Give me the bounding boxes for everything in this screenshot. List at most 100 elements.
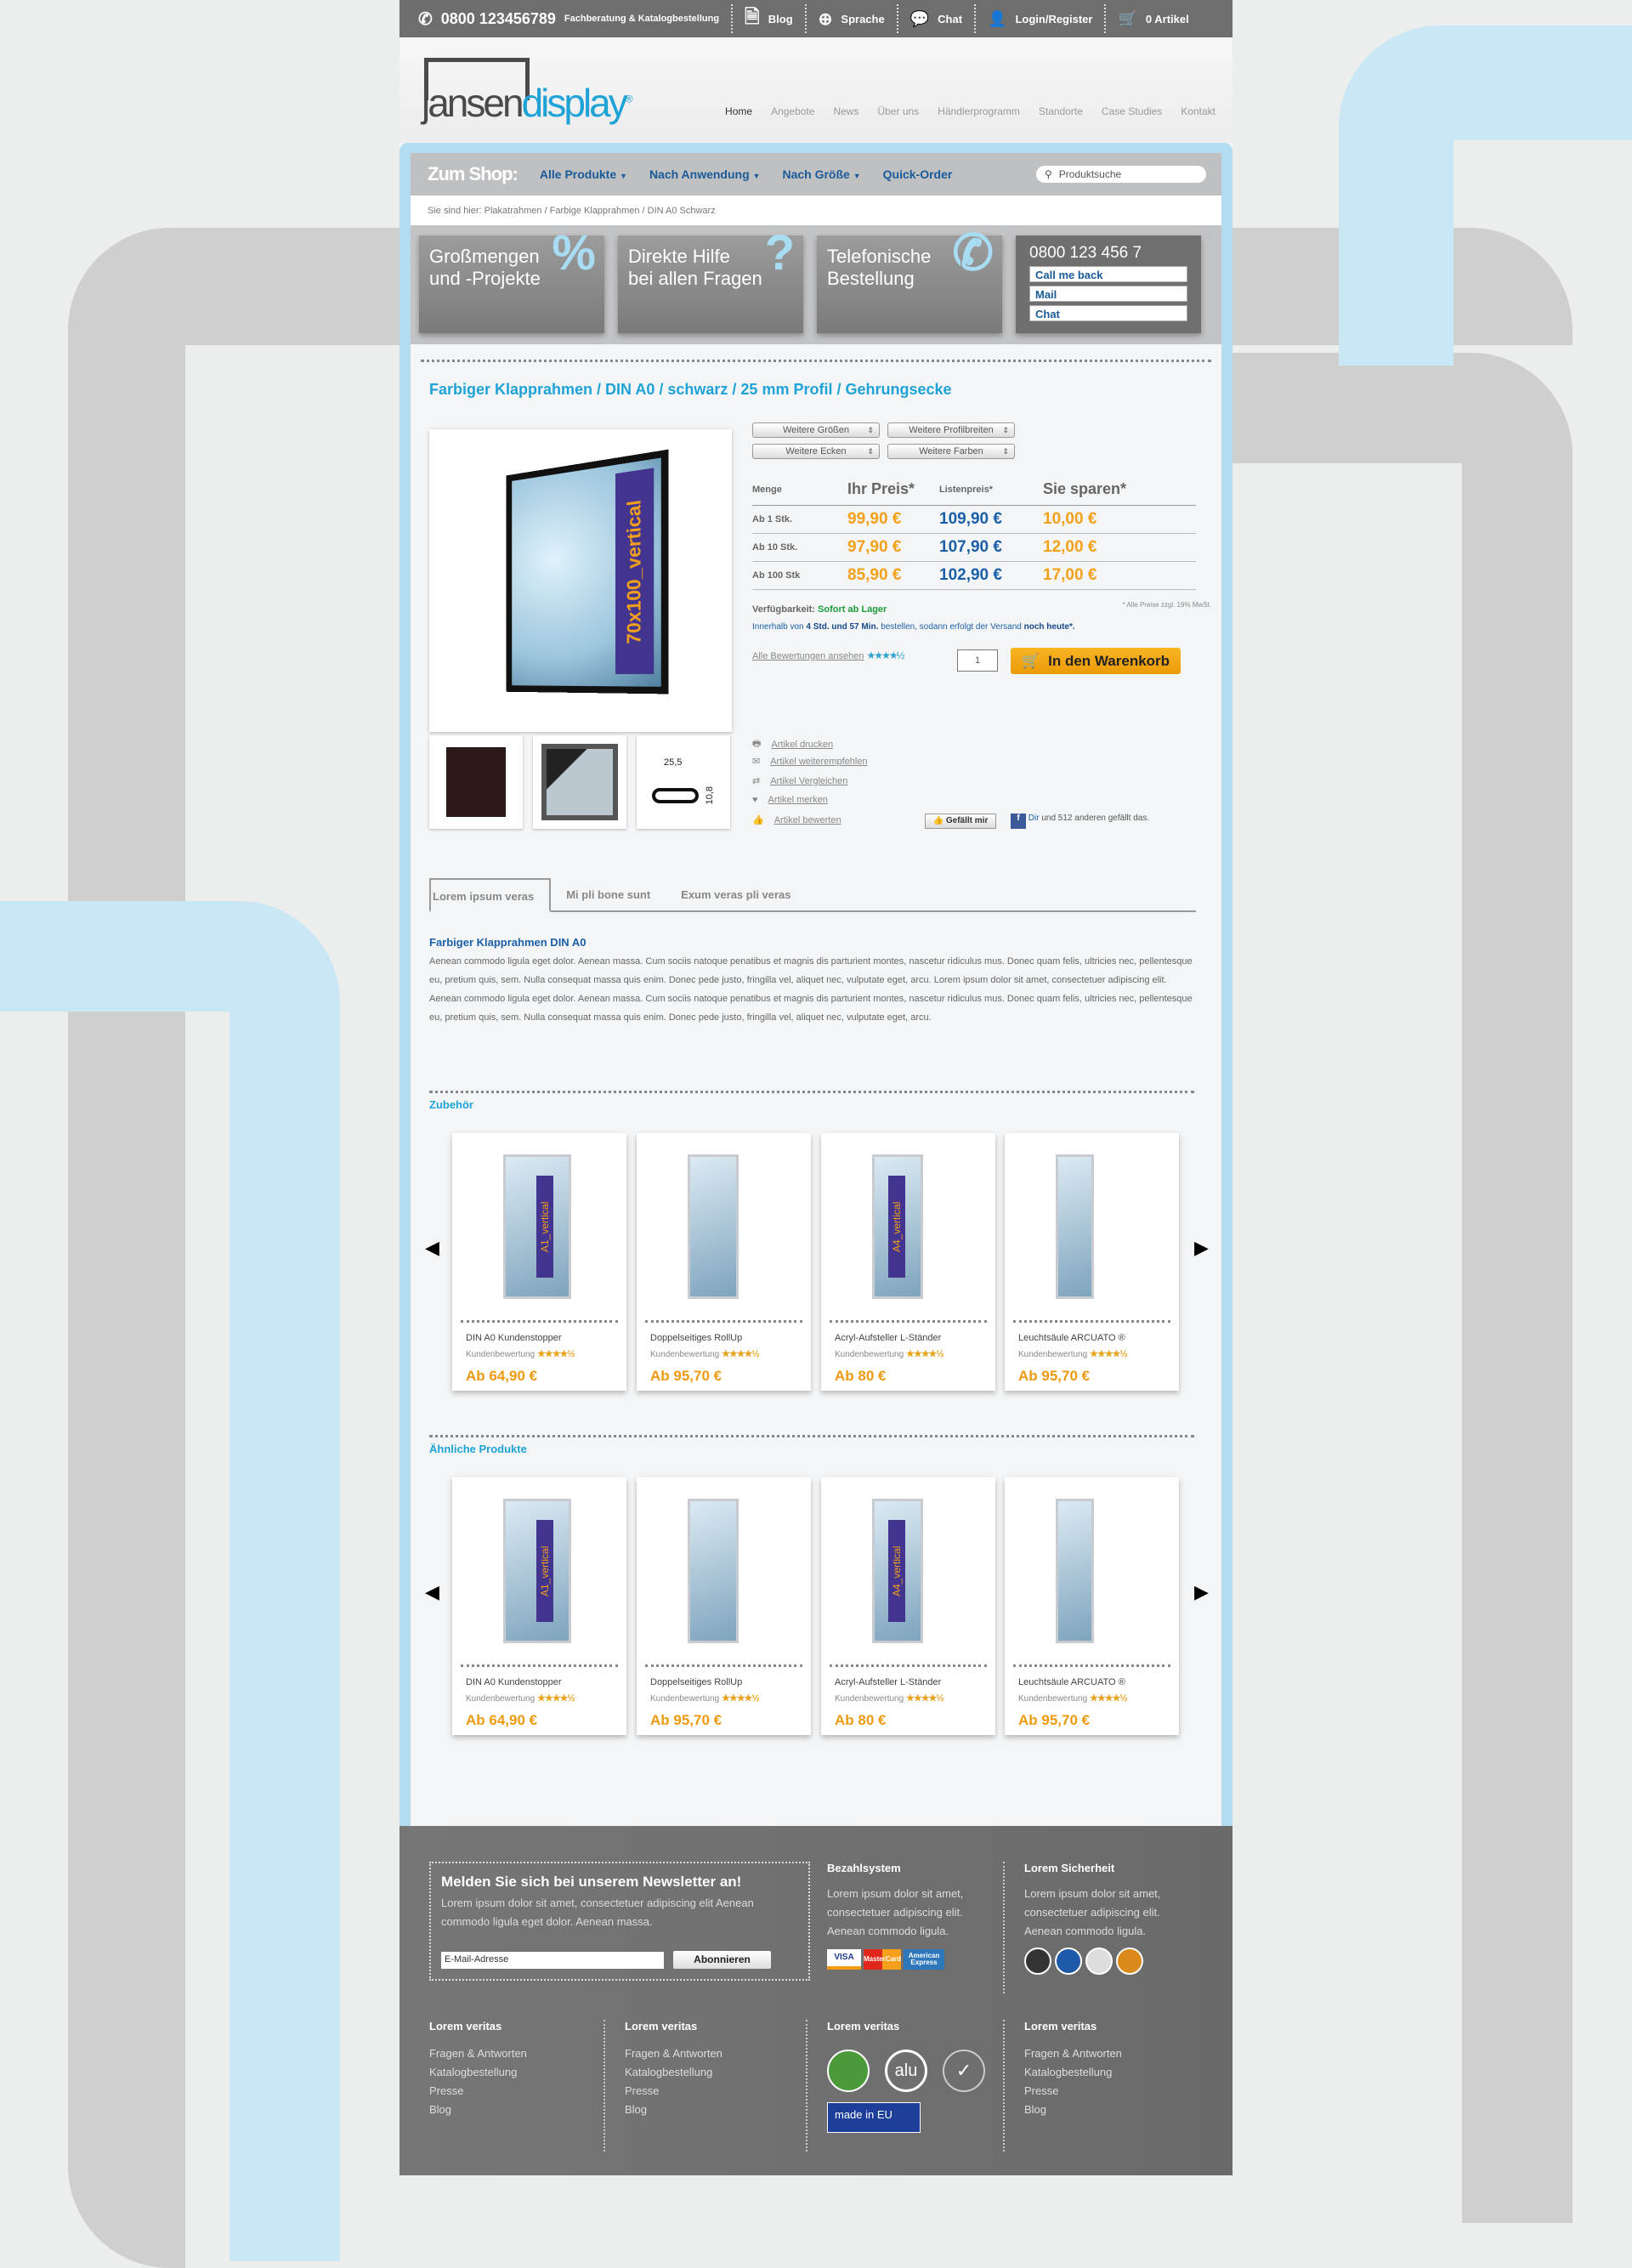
chat-link[interactable]: 💬 Chat [910, 10, 962, 28]
footer-link[interactable]: Katalogbestellung [1024, 2063, 1122, 2082]
mail-button[interactable]: Mail [1029, 286, 1187, 302]
price-row: Ab 100 Stk 85,90 €102,90 €17,00 € [752, 561, 1196, 590]
nav-angebote[interactable]: Angebote [771, 105, 814, 117]
action-rate[interactable]: 👍 Artikel bewerten [752, 814, 842, 826]
cart-link[interactable]: 🛒 0 Artikel [1118, 10, 1188, 28]
content-frame: Zum Shop: Alle Produkte ▼ Nach Anwendung… [400, 143, 1232, 1826]
subscribe-button[interactable]: Abonnieren [673, 1951, 771, 1969]
newsletter-box: Melden Sie sich bei unserem Newsletter a… [429, 1862, 810, 1981]
product-card[interactable]: Leuchtsäule ARCUATO ® Kundenbewertung ★★… [1005, 1133, 1179, 1391]
card-rating: Kundenbewertung ★★★★½ [650, 1349, 760, 1359]
tab-exum-veras[interactable]: Exum veras pli veras [666, 878, 806, 910]
footer-link[interactable]: Katalogbestellung [429, 2063, 527, 2082]
action-remember[interactable]: ♥ Artikel merken [752, 795, 828, 805]
logo[interactable]: jansendisplay® [422, 58, 668, 134]
shop-menu-quick-order[interactable]: Quick-Order [883, 167, 953, 181]
swap-arrows-icon: ⇄ [752, 776, 761, 786]
product-card[interactable]: A1_vertical DIN A0 Kundenstopper Kundenb… [452, 1133, 626, 1391]
call-me-back-button[interactable]: Call me back [1029, 266, 1187, 282]
product-card[interactable]: A4_vertical Acryl-Aufsteller L-Ständer K… [821, 1477, 995, 1735]
email-input[interactable]: E-Mail-Adresse [441, 1952, 664, 1969]
card-rating: Kundenbewertung ★★★★½ [650, 1693, 760, 1704]
footer-link[interactable]: Blog [625, 2101, 722, 2119]
footer-link[interactable]: Blog [1024, 2101, 1122, 2119]
select-weitere-groessen[interactable]: Weitere Größen [752, 422, 880, 438]
thumbs-up-icon: 👍 [752, 815, 764, 825]
rating-stars: ★★★★½ [1089, 1693, 1128, 1704]
product-card[interactable]: A1_vertical DIN A0 Kundenstopper Kundenb… [452, 1477, 626, 1735]
phone-info[interactable]: ✆ 0800 123456789 Fachberatung & Katalogbes… [418, 9, 719, 30]
carousel-next-arrow[interactable]: ▶ [1194, 1237, 1209, 1259]
shop-menu-alle-produkte[interactable]: Alle Produkte ▼ [540, 167, 627, 181]
select-weitere-profilbreiten[interactable]: Weitere Profilbreiten [887, 422, 1015, 438]
product-card[interactable]: Leuchtsäule ARCUATO ® Kundenbewertung ★★… [1005, 1477, 1179, 1735]
tab-mi-pli-bone-sunt[interactable]: Mi pli bone sunt [551, 878, 666, 910]
col-ihr-preis: Ihr Preis* [847, 480, 939, 506]
card-price: Ab 64,90 € [466, 1712, 538, 1728]
product-card[interactable]: Doppelseitiges RollUp Kundenbewertung ★★… [637, 1477, 811, 1735]
footer-link[interactable]: Presse [1024, 2082, 1122, 2101]
cart-label: 0 Artikel [1145, 12, 1189, 26]
logo-text-blue: display [521, 81, 628, 125]
footer-link[interactable]: Fragen & Antworten [625, 2044, 722, 2063]
nav-ueber-uns[interactable]: Über uns [877, 105, 919, 117]
language-link[interactable]: ⊕ Sprache [819, 9, 885, 30]
nav-home[interactable]: Home [725, 105, 752, 117]
chat-button[interactable]: Chat [1029, 305, 1187, 321]
footer-link[interactable]: Katalogbestellung [625, 2063, 722, 2082]
carousel-prev-arrow[interactable]: ◀ [425, 1581, 439, 1603]
newsletter-text: Lorem ipsum dolor sit amet, consectetuer… [441, 1897, 754, 1928]
nav-news[interactable]: News [833, 105, 858, 117]
nav-haendlerprogramm[interactable]: Händlerprogramm [938, 105, 1020, 117]
footer-link[interactable]: Presse [429, 2082, 527, 2101]
product-search-input[interactable]: ⚲ Produktsuche [1036, 166, 1206, 183]
footer-link[interactable]: Fragen & Antworten [429, 2044, 527, 2063]
reviews-link[interactable]: Alle Bewertungen ansehen ★★★★½ [752, 649, 905, 661]
tab-lorem-ipsum-veras[interactable]: Lorem ipsum veras [429, 878, 552, 912]
carousel-prev-arrow[interactable]: ◀ [425, 1237, 439, 1259]
action-print[interactable]: 🖶 Artikel drucken [752, 736, 833, 752]
footer-link[interactable]: Fragen & Antworten [1024, 2044, 1122, 2063]
action-recommend[interactable]: ✉ Artikel weiterempfehlen [752, 756, 868, 768]
thumbnail-2[interactable] [533, 735, 626, 829]
footer-col-title: Lorem veritas [827, 2020, 900, 2033]
select-weitere-ecken[interactable]: Weitere Ecken [752, 444, 880, 459]
feature-telefonische-bestellung[interactable]: Telefonische Bestellung ✆ [817, 229, 1002, 333]
col-menge: Menge [752, 480, 847, 506]
product-card[interactable]: Doppelseitiges RollUp Kundenbewertung ★★… [637, 1133, 811, 1391]
product-card[interactable]: A4_vertical Acryl-Aufsteller L-Ständer K… [821, 1133, 995, 1391]
vat-note: * Alle Preise zzgl. 19% MwSt. [1122, 601, 1211, 609]
card-price: Ab 95,70 € [1018, 1368, 1091, 1384]
action-compare[interactable]: ⇄ Artikel Vergleichen [752, 775, 847, 787]
login-link[interactable]: 👤 Login/Register [988, 10, 1092, 28]
quantity-input[interactable]: 1 [957, 649, 998, 672]
description: Farbiger Klapprahmen DIN A0 Aenean commo… [429, 933, 1194, 1027]
divider [421, 360, 1211, 362]
security-seal [1085, 1948, 1113, 1975]
select-weitere-farben[interactable]: Weitere Farben [887, 444, 1015, 459]
price-row: Ab 1 Stk. 99,90 €109,90 €10,00 € [752, 505, 1196, 534]
phone-icon: ✆ [418, 9, 433, 29]
carousel-next-arrow[interactable]: ▶ [1194, 1581, 1209, 1603]
rating-stars: ★★★★½ [536, 1693, 575, 1704]
section-title: Ähnliche Produkte [429, 1443, 527, 1455]
shop-menu-nach-anwendung[interactable]: Nach Anwendung ▼ [649, 167, 761, 181]
shop-menu-nach-groesse[interactable]: Nach Größe ▼ [782, 167, 860, 181]
facebook-like-button[interactable]: 👍 Gefällt mir [925, 814, 996, 829]
nav-standorte[interactable]: Standorte [1039, 105, 1083, 117]
nav-kontakt[interactable]: Kontakt [1181, 105, 1216, 117]
card-name: Doppelseitiges RollUp [650, 1333, 743, 1343]
amex-logo: American Express [904, 1949, 944, 1970]
footer-link[interactable]: Presse [625, 2082, 722, 2101]
shipping-note: Innerhalb von 4 Std. und 57 Min. bestell… [752, 622, 1075, 632]
product-image[interactable]: 70x100_vertical [429, 429, 732, 732]
footer-link[interactable]: Blog [429, 2101, 527, 2119]
add-to-cart-button[interactable]: 🛒 In den Warenkorb [1011, 648, 1181, 674]
blog-link[interactable]: 🗎 Blog [745, 3, 793, 35]
card-name: Doppelseitiges RollUp [650, 1677, 743, 1687]
feature-grossmengen[interactable]: Großmengen und -Projekte% [419, 229, 604, 333]
feature-direkte-hilfe[interactable]: Direkte Hilfe bei allen Fragen? [618, 229, 803, 333]
nav-case-studies[interactable]: Case Studies [1102, 105, 1162, 117]
thumbnail-3[interactable]: 25,5 10,8 [637, 735, 730, 829]
thumbnail-1[interactable] [429, 735, 523, 829]
